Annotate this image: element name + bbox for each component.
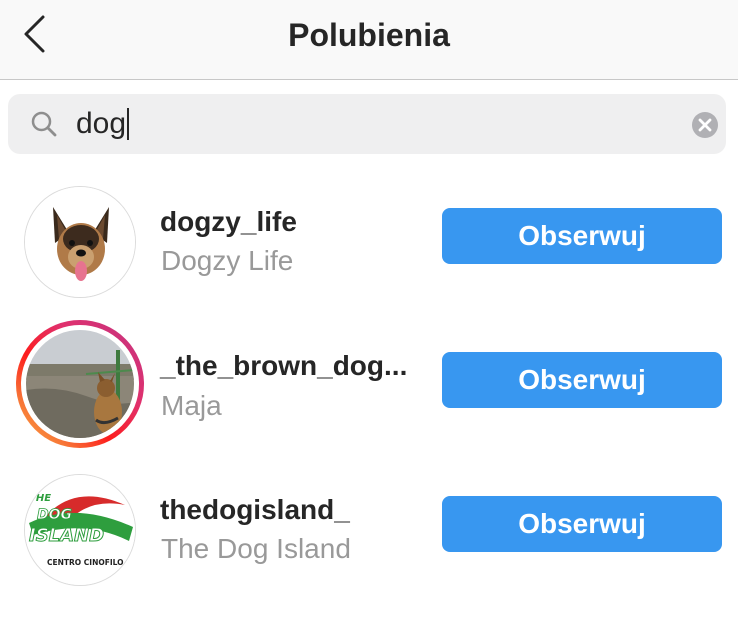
page-title: Polubienia <box>288 17 450 53</box>
full-name: Maja <box>161 390 222 421</box>
clear-search-icon[interactable] <box>691 111 719 139</box>
brown-dog-photo-avatar <box>26 330 134 438</box>
list-item[interactable]: _the_brown_dog... Maja Obserwuj <box>0 314 738 458</box>
list-item[interactable]: THE DOG ISLAND CENTRO CINOFILO thedogisl… <box>0 458 738 602</box>
svg-text:THE: THE <box>29 493 51 504</box>
username[interactable]: dogzy_life <box>160 206 297 238</box>
list-item[interactable]: dogzy_life Dogzy Life Obserwuj <box>0 170 738 314</box>
follow-button[interactable]: Obserwuj <box>442 352 722 408</box>
dog-island-logo-avatar: THE DOG ISLAND CENTRO CINOFILO <box>25 475 135 585</box>
top-navigation-bar: Polubienia <box>0 0 738 80</box>
avatar-story-ring[interactable] <box>16 320 144 448</box>
svg-text:CENTRO CINOFILO: CENTRO CINOFILO <box>47 558 124 567</box>
full-name: Dogzy Life <box>161 245 294 276</box>
follow-button[interactable]: Obserwuj <box>442 208 722 264</box>
svg-text:ISLAND: ISLAND <box>29 525 104 546</box>
username[interactable]: thedogisland_ <box>160 494 350 526</box>
search-icon <box>31 111 57 137</box>
svg-text:DOG: DOG <box>37 507 72 523</box>
search-bar[interactable]: dog <box>8 94 726 154</box>
search-input[interactable]: dog <box>76 105 130 143</box>
german-shepherd-avatar <box>25 187 135 297</box>
full-name: The Dog Island <box>161 533 351 564</box>
avatar <box>26 330 134 438</box>
avatar[interactable] <box>24 186 136 298</box>
username[interactable]: _the_brown_dog... <box>160 350 407 382</box>
avatar[interactable]: THE DOG ISLAND CENTRO CINOFILO <box>24 474 136 586</box>
follow-button[interactable]: Obserwuj <box>442 496 722 552</box>
text-caret <box>127 108 130 140</box>
search-input-text: dog <box>76 107 127 140</box>
